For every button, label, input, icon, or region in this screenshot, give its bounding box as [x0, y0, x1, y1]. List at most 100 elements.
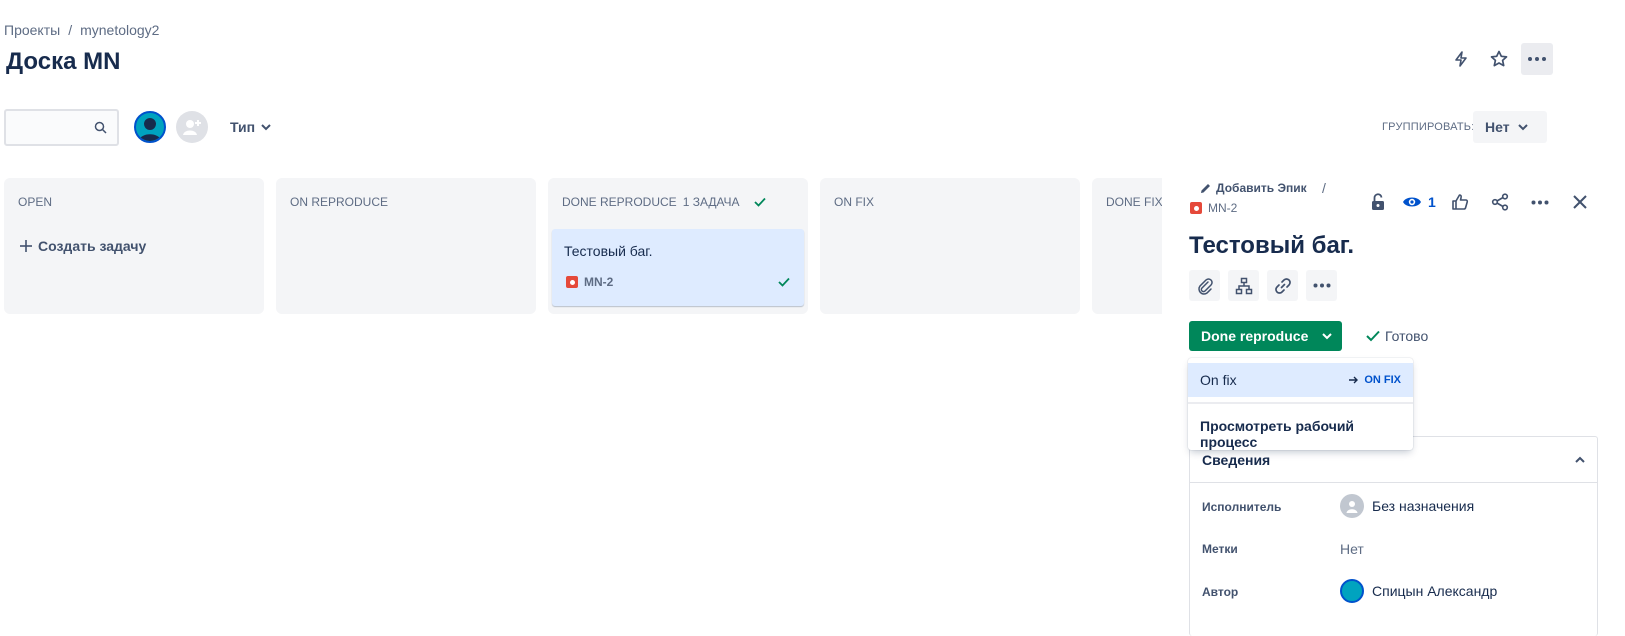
link-issue-button[interactable]: [1267, 270, 1298, 301]
column-header: ON FIX: [834, 195, 874, 209]
board-column-on-reproduce: ON REPRODUCE: [276, 178, 536, 314]
column-header: OPEN: [18, 195, 52, 209]
column-header: ON REPRODUCE: [290, 195, 388, 209]
chevron-down-icon: [1517, 124, 1528, 131]
issue-title[interactable]: Тестовый баг.: [1189, 232, 1354, 260]
watchers-count: 1: [1428, 194, 1436, 210]
add-epic-label: Добавить Эпик: [1216, 181, 1307, 195]
column-title: DONE REPRODUCE: [562, 195, 677, 209]
breadcrumb-project-link[interactable]: mynetology2: [80, 22, 159, 38]
type-filter-dropdown[interactable]: Тип: [222, 111, 279, 143]
status-dropdown-button[interactable]: Done reproduce: [1189, 321, 1342, 351]
close-icon: [1573, 195, 1587, 209]
pencil-icon: [1201, 183, 1210, 193]
reporter-label: Автор: [1202, 585, 1239, 599]
share-icon: [1491, 193, 1508, 211]
chevron-down-icon: [261, 124, 271, 131]
labels-label: Метки: [1202, 542, 1238, 556]
issue-card[interactable]: Тестовый баг. MN-2: [552, 229, 804, 306]
add-epic-button[interactable]: Добавить Эпик: [1200, 181, 1307, 195]
user-avatar-icon: [139, 118, 161, 141]
transition-target-label: ON FIX: [1364, 374, 1401, 386]
header-actions: [1445, 43, 1553, 75]
column-title: DONE FIX: [1106, 195, 1162, 209]
breadcrumb-separator: /: [68, 22, 73, 38]
paperclip-icon: [1197, 277, 1213, 295]
bug-icon: [566, 276, 578, 288]
breadcrumb: Проекты / mynetology2: [4, 22, 159, 38]
star-button[interactable]: [1483, 43, 1515, 75]
assignee-value: Без назначения: [1372, 498, 1475, 514]
assignee-label: Исполнитель: [1202, 500, 1282, 514]
column-title: ON FIX: [834, 195, 875, 209]
user-avatar-filter[interactable]: [134, 111, 166, 143]
search-input[interactable]: [6, 111, 91, 144]
share-button[interactable]: [1484, 186, 1516, 218]
column-header: DONE REPRODUCE 1 ЗАДАЧА: [562, 195, 766, 209]
plus-icon: [20, 240, 32, 252]
thumbs-up-icon: [1451, 194, 1468, 210]
transition-target: ON FIX: [1349, 374, 1401, 386]
lightning-icon: [1455, 51, 1467, 67]
automation-button[interactable]: [1445, 43, 1477, 75]
reporter-field[interactable]: Спицын Александр: [1340, 579, 1497, 603]
done-check-icon: [778, 277, 790, 287]
more-icon: [1531, 200, 1549, 204]
page-title: Доска MN: [6, 48, 121, 75]
issue-toolbar: [1189, 270, 1337, 301]
board-column-done-reproduce: DONE REPRODUCE 1 ЗАДАЧА Тестовый баг. MN…: [548, 178, 808, 314]
labels-value[interactable]: Нет: [1340, 541, 1364, 557]
add-person-icon: [183, 120, 201, 135]
eye-icon: [1403, 197, 1421, 207]
search-field: [4, 109, 119, 146]
resolution-label: Готово: [1385, 328, 1429, 344]
transition-on-fix[interactable]: On fix ON FIX: [1188, 363, 1413, 397]
chevron-up-icon: [1575, 456, 1585, 463]
watch-button[interactable]: 1: [1402, 194, 1436, 210]
star-icon: [1490, 50, 1508, 67]
status-label: Done reproduce: [1201, 328, 1309, 344]
more-icon: [1313, 283, 1330, 288]
unlock-icon: [1372, 193, 1384, 210]
security-level-button[interactable]: [1362, 186, 1394, 218]
unassigned-avatar-icon: [1340, 494, 1364, 518]
bug-icon: [1190, 202, 1202, 214]
reporter-value: Спицын Александр: [1372, 583, 1498, 599]
check-icon: [753, 197, 766, 207]
issue-more-button[interactable]: [1524, 186, 1556, 218]
assignee-field[interactable]: Без назначения: [1340, 494, 1474, 518]
create-task-label: Создать задачу: [38, 238, 147, 254]
details-section: Сведения Исполнитель Без назначения Метк…: [1189, 436, 1598, 636]
create-task-button[interactable]: Создать задачу: [20, 238, 146, 254]
group-by-value: Нет: [1485, 119, 1510, 135]
type-filter-label: Тип: [230, 119, 256, 135]
child-issue-button[interactable]: [1228, 270, 1259, 301]
add-people-button[interactable]: [176, 111, 208, 143]
view-workflow-link[interactable]: Просмотреть рабочий процесс: [1200, 418, 1413, 450]
chevron-down-icon: [1322, 333, 1333, 340]
column-title: ON REPRODUCE: [290, 195, 389, 209]
card-title: Тестовый баг.: [564, 243, 653, 259]
breadcrumb-projects-link[interactable]: Проекты: [4, 22, 60, 38]
link-icon: [1274, 277, 1291, 294]
column-header: DONE FIX: [1106, 195, 1162, 209]
board-column-open: OPEN Создать задачу: [4, 178, 264, 314]
resolution-indicator: Готово: [1366, 328, 1428, 344]
more-icon: [1528, 57, 1546, 61]
breadcrumb-separator: /: [1322, 180, 1326, 196]
search-icon: [94, 121, 107, 134]
panel-actions: 1: [1362, 186, 1596, 218]
more-tools-button[interactable]: [1306, 270, 1337, 301]
more-actions-button[interactable]: [1521, 43, 1553, 75]
group-by-select[interactable]: Нет: [1473, 111, 1547, 143]
hierarchy-icon: [1235, 277, 1252, 294]
attach-button[interactable]: [1189, 270, 1220, 301]
card-key-label: MN-2: [584, 275, 614, 289]
group-by-label: ГРУППИРОВАТЬ:: [1382, 121, 1475, 133]
issue-key-link[interactable]: MN-2: [1190, 201, 1237, 215]
transition-label: On fix: [1200, 372, 1237, 388]
details-heading: Сведения: [1202, 451, 1271, 468]
check-icon: [1366, 330, 1380, 342]
vote-button[interactable]: [1444, 186, 1476, 218]
close-panel-button[interactable]: [1564, 186, 1596, 218]
